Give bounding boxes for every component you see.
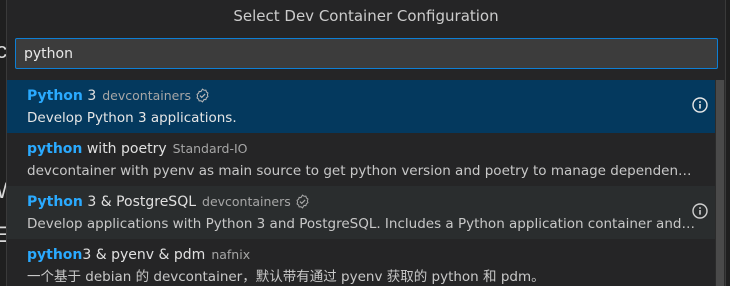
item-description: Develop applications with Python 3 and P… [27, 216, 695, 232]
item-match-highlight: python [27, 141, 83, 157]
list-item[interactable]: Python 3 & PostgreSQL devcontainers Devel… [7, 186, 715, 239]
search-input[interactable] [15, 38, 718, 69]
info-icon[interactable] [692, 97, 708, 113]
configuration-list: Python 3 devcontainers Develop Python 3 a… [7, 80, 715, 286]
item-label: 3 & pyenv & pdm [82, 247, 206, 263]
dialog-title: Select Dev Container Configuration [233, 7, 499, 25]
item-description: 一个基于 debian 的 devcontainer，默认带有通过 pyenv … [27, 269, 545, 285]
item-label: with poetry [82, 141, 167, 157]
item-publisher: devcontainers [102, 88, 192, 103]
item-publisher: devcontainers [202, 194, 291, 209]
search-container [7, 32, 725, 69]
item-header: python with poetry Standard-IO [27, 138, 715, 160]
item-header: Python 3 & PostgreSQL devcontainers [27, 191, 715, 213]
item-label: 3 & PostgreSQL [82, 194, 197, 210]
info-icon[interactable] [692, 203, 708, 219]
list-item[interactable]: python3 & pyenv & pdm nafnix 一个基于 debian … [7, 239, 715, 286]
list-scrollbar[interactable] [715, 80, 725, 286]
list-item[interactable]: Python 3 devcontainers Develop Python 3 a… [7, 80, 715, 133]
item-match-highlight: python [27, 247, 83, 263]
item-publisher: nafnix [211, 247, 251, 262]
item-match-highlight: Python [27, 194, 83, 210]
item-description: devcontainer with pyenv as main source t… [27, 163, 695, 179]
item-publisher: Standard-IO [172, 141, 248, 156]
item-match-highlight: Python [27, 88, 83, 104]
scrollbar-thumb[interactable] [716, 80, 724, 286]
item-header: python3 & pyenv & pdm nafnix [27, 244, 715, 266]
item-description: Develop Python 3 applications. [27, 110, 237, 126]
item-label: 3 [82, 88, 97, 104]
item-header: Python 3 devcontainers [27, 85, 715, 107]
quick-pick-dialog: Select Dev Container Configuration Pytho… [6, 0, 726, 286]
list-item[interactable]: python with poetry Standard-IO devcontain… [7, 133, 715, 186]
